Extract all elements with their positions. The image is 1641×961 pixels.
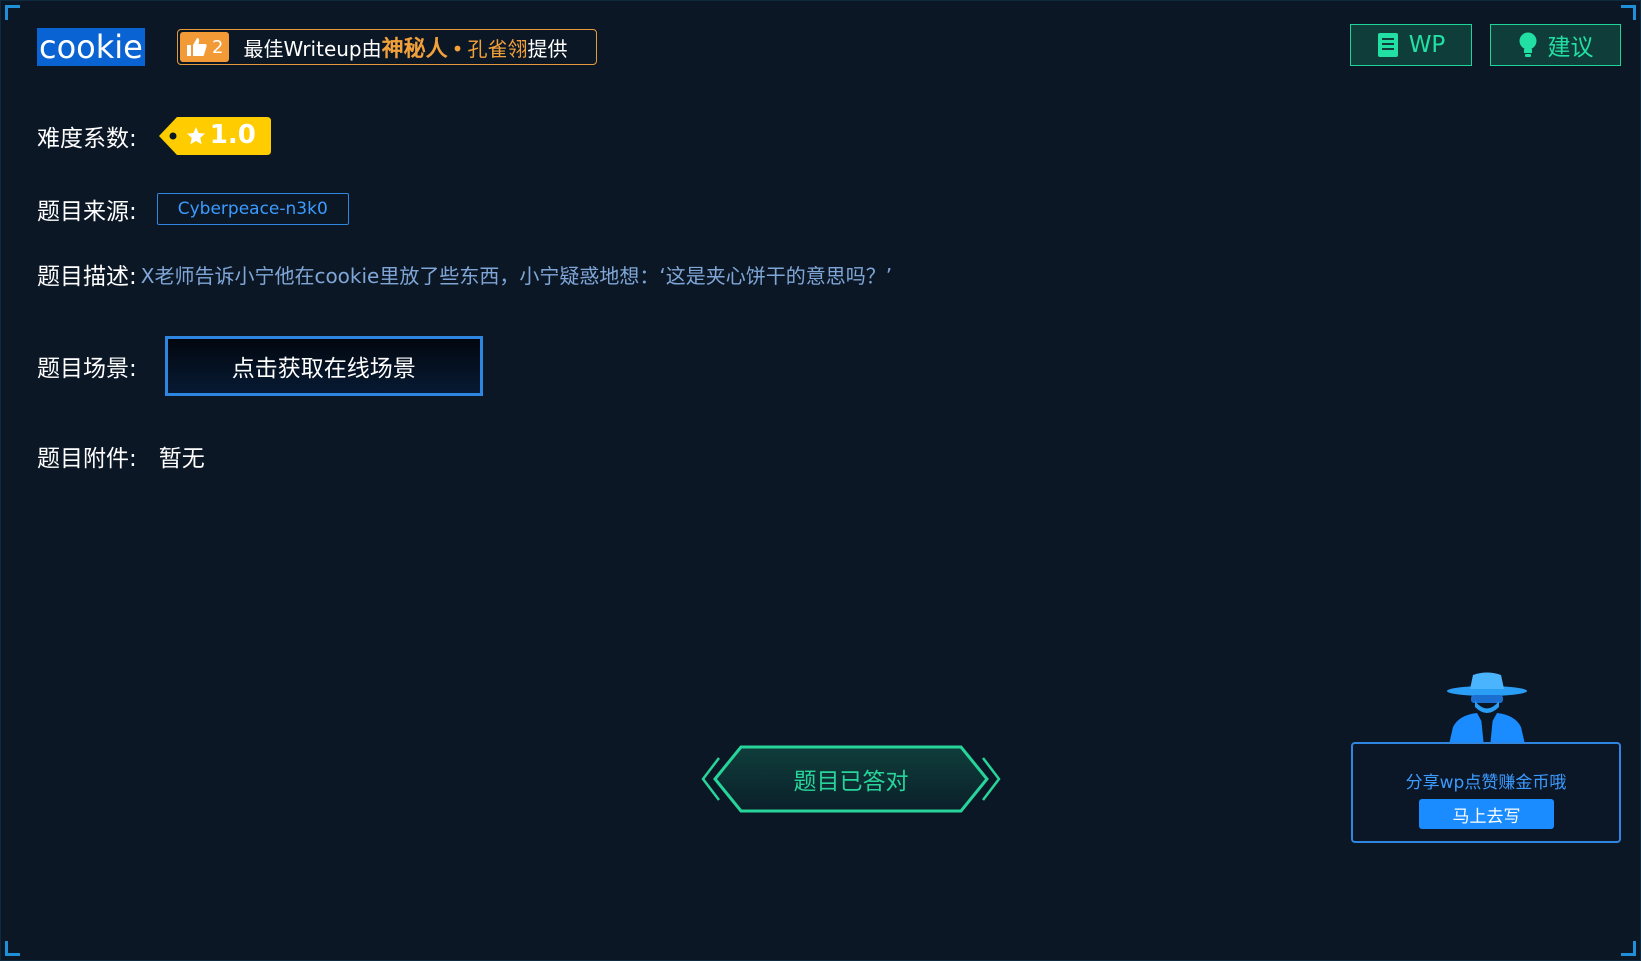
attachment-value: 暂无: [158, 446, 205, 472]
description-row: 题目描述: X老师告诉小宁他在cookie里放了些东西，小宁疑惑地想：‘这是夹心…: [37, 257, 892, 291]
likes-count: 2: [212, 36, 224, 58]
source-label: 题目来源:: [37, 199, 137, 225]
frame-corner: [1621, 941, 1636, 956]
lightbulb-icon: [1519, 32, 1536, 57]
thumbs-up-icon: [187, 38, 207, 56]
best-writeup-banner[interactable]: 2 最佳Writeup由神秘人 • 孔雀翎提供: [177, 29, 597, 65]
write-now-button[interactable]: 马上去写: [1419, 799, 1554, 829]
suggest-button-label: 建议: [1547, 35, 1594, 61]
scene-row: 题目场景: 点击获取在线场景: [37, 336, 483, 396]
difficulty-value: 1.0: [209, 120, 256, 150]
scene-label: 题目场景:: [37, 356, 137, 382]
solved-badge: 题目已答对: [701, 744, 1001, 814]
attachment-row: 题目附件: 暂无: [37, 439, 205, 473]
difficulty-tag: 1.0: [158, 117, 271, 155]
credit-prefix: 最佳Writeup由: [243, 37, 382, 61]
document-icon: [1377, 33, 1398, 57]
wp-button-label: WP: [1408, 32, 1446, 58]
wp-button[interactable]: WP: [1350, 24, 1472, 66]
write-wp-promo: 分享wp点赞赚金币哦 马上去写: [1351, 742, 1621, 843]
promo-text: 分享wp点赞赚金币哦: [1405, 773, 1567, 793]
description-label: 题目描述:: [37, 264, 137, 290]
challenge-panel: cookie 2 最佳Writeup由神秘人 • 孔雀翎提供 WP 建议 难度系…: [0, 0, 1641, 961]
description-text: X老师告诉小宁他在cookie里放了些东西，小宁疑惑地想：‘这是夹心饼干的意思吗…: [140, 263, 893, 288]
get-scene-button[interactable]: 点击获取在线场景: [164, 336, 483, 396]
credit-suffix: 提供: [527, 37, 568, 61]
writeup-team[interactable]: 孔雀翎: [467, 37, 527, 61]
writeup-likes[interactable]: 2: [180, 32, 230, 62]
attachment-label: 题目附件:: [37, 446, 137, 472]
difficulty-label: 难度系数:: [37, 126, 137, 152]
star-icon: [186, 127, 205, 145]
frame-corner: [5, 941, 20, 956]
frame-corner: [5, 5, 20, 20]
challenge-title: cookie: [37, 28, 145, 66]
writeup-author[interactable]: 神秘人: [382, 37, 448, 62]
source-row: 题目来源: Cyberpeace-n3k0: [37, 192, 349, 226]
credit-separator: •: [451, 37, 464, 61]
source-tag[interactable]: Cyberpeace-n3k0: [156, 193, 349, 225]
writeup-credit: 最佳Writeup由神秘人 • 孔雀翎提供: [243, 31, 567, 63]
difficulty-row: 难度系数: 1.0: [37, 117, 271, 155]
suggest-button[interactable]: 建议: [1490, 24, 1621, 66]
hacker-avatar-icon: [1447, 672, 1527, 753]
frame-corner: [1621, 5, 1636, 20]
solved-label: 题目已答对: [793, 769, 909, 795]
